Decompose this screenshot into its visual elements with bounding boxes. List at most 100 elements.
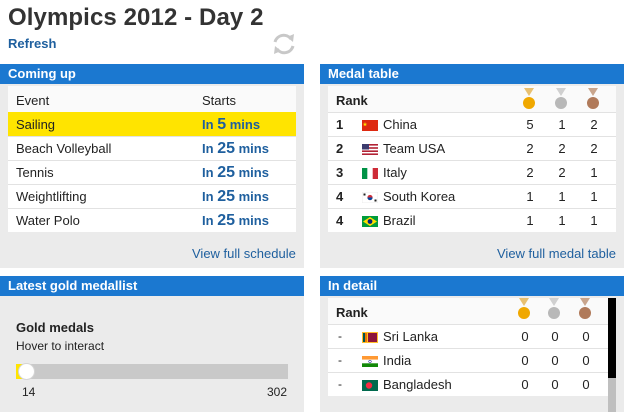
event-name: Tennis bbox=[16, 165, 54, 180]
start-minutes: 25 bbox=[217, 164, 235, 181]
silver-count: 2 bbox=[558, 165, 566, 180]
south-korea-flag-icon bbox=[362, 192, 378, 203]
silver-count: 0 bbox=[551, 377, 559, 392]
start-time: In 25 mins bbox=[202, 140, 269, 158]
start-unit: mins bbox=[238, 189, 269, 204]
rank: 2 bbox=[336, 141, 344, 156]
start-unit: mins bbox=[238, 165, 269, 180]
rank: 4 bbox=[336, 189, 344, 204]
hover-hint: Hover to interact bbox=[16, 339, 105, 353]
gold-count: 2 bbox=[526, 165, 534, 180]
start-prefix: In bbox=[202, 165, 214, 180]
gold-count: 1 bbox=[526, 213, 534, 228]
bangladesh-flag-icon bbox=[362, 380, 378, 391]
medal-table-row[interactable]: 3 Italy 2 2 1 bbox=[328, 160, 616, 184]
rank-column-header: Rank bbox=[336, 305, 368, 320]
start-minutes: 25 bbox=[217, 212, 235, 229]
start-prefix: In bbox=[202, 141, 214, 156]
latest-gold-header: Latest gold medallist bbox=[0, 276, 304, 296]
event-name: Water Polo bbox=[16, 213, 80, 228]
gold-count: 0 bbox=[521, 353, 529, 368]
start-time: In 25 mins bbox=[202, 212, 269, 230]
event-column-header: Event bbox=[16, 93, 50, 108]
medal-table-row[interactable]: 4 Brazil 1 1 1 bbox=[328, 208, 616, 232]
slider-max-label: 302 bbox=[267, 385, 288, 399]
silver-count: 0 bbox=[551, 329, 559, 344]
silver-count: 2 bbox=[558, 141, 566, 156]
starts-column-header: Starts bbox=[202, 93, 236, 108]
rank: - bbox=[338, 353, 342, 367]
start-prefix: In bbox=[202, 213, 214, 228]
slider-min-label: 14 bbox=[22, 385, 36, 399]
country-name: South Korea bbox=[383, 189, 456, 204]
country-name: China bbox=[383, 117, 417, 132]
gold-medals-slider[interactable] bbox=[16, 363, 288, 380]
bronze-count: 1 bbox=[590, 189, 598, 204]
start-prefix: In bbox=[202, 189, 214, 204]
rank-column-header: Rank bbox=[336, 93, 368, 108]
event-name: Beach Volleyball bbox=[16, 141, 112, 156]
gold-medal-icon bbox=[523, 88, 535, 109]
view-full-medal-table-link[interactable]: View full medal table bbox=[497, 246, 616, 261]
gold-count: 0 bbox=[521, 329, 529, 344]
start-unit: mins bbox=[238, 213, 269, 228]
event-row[interactable]: Weightlifting In 25 mins bbox=[8, 184, 296, 208]
silver-count: 1 bbox=[558, 117, 566, 132]
bronze-count: 1 bbox=[590, 213, 598, 228]
usa-flag-icon bbox=[362, 144, 378, 155]
silver-count: 1 bbox=[558, 213, 566, 228]
country-name: Sri Lanka bbox=[383, 329, 438, 344]
country-name: Team USA bbox=[383, 141, 446, 156]
start-time: In 25 mins bbox=[202, 188, 269, 206]
event-row[interactable]: Tennis In 25 mins bbox=[8, 160, 296, 184]
medal-table-row[interactable]: 4 South Korea 1 1 1 bbox=[328, 184, 616, 208]
coming-up-column-headers: Event Starts bbox=[8, 86, 296, 112]
india-flag-icon bbox=[362, 356, 378, 367]
refresh-icon[interactable] bbox=[270, 30, 298, 58]
view-full-schedule-link[interactable]: View full schedule bbox=[192, 246, 296, 261]
medal-table-column-headers: Rank bbox=[328, 86, 616, 112]
bronze-count: 2 bbox=[590, 141, 598, 156]
bronze-count: 2 bbox=[590, 117, 598, 132]
event-row[interactable]: Sailing In 5 mins bbox=[8, 112, 296, 136]
sri-lanka-flag-icon bbox=[362, 332, 378, 343]
medal-table-row[interactable]: 2 Team USA 2 2 2 bbox=[328, 136, 616, 160]
start-minutes: 5 bbox=[217, 116, 227, 133]
bronze-medal-icon bbox=[579, 298, 591, 319]
country-name: Italy bbox=[383, 165, 407, 180]
gold-count: 1 bbox=[526, 189, 534, 204]
event-row[interactable]: Water Polo In 25 mins bbox=[8, 208, 296, 232]
bronze-medal-icon bbox=[587, 88, 599, 109]
in-detail-header: In detail bbox=[320, 276, 624, 296]
start-minutes: 25 bbox=[217, 188, 235, 205]
silver-count: 0 bbox=[551, 353, 559, 368]
medal-table-row[interactable]: 1 China 5 1 2 bbox=[328, 112, 616, 136]
start-unit: mins bbox=[229, 117, 261, 132]
silver-count: 1 bbox=[558, 189, 566, 204]
start-time: In 5 mins bbox=[202, 116, 260, 134]
slider-thumb[interactable] bbox=[18, 363, 35, 380]
scrollbar-thumb[interactable] bbox=[608, 298, 616, 378]
rank: 3 bbox=[336, 165, 344, 180]
rank: 1 bbox=[336, 117, 344, 132]
rank: 4 bbox=[336, 213, 344, 228]
italy-flag-icon bbox=[362, 168, 378, 179]
start-prefix: In bbox=[202, 117, 214, 132]
bronze-count: 0 bbox=[582, 329, 590, 344]
gold-count: 2 bbox=[526, 141, 534, 156]
detail-row[interactable]: - Sri Lanka 0 0 0 bbox=[328, 324, 608, 348]
in-detail-column-headers: Rank bbox=[328, 298, 608, 324]
start-minutes: 25 bbox=[217, 140, 235, 157]
page-title: Olympics 2012 - Day 2 bbox=[8, 4, 264, 31]
rank: - bbox=[338, 377, 342, 391]
bronze-count: 0 bbox=[582, 353, 590, 368]
coming-up-header: Coming up bbox=[0, 64, 304, 84]
event-row[interactable]: Beach Volleyball In 25 mins bbox=[8, 136, 296, 160]
event-name: Weightlifting bbox=[16, 189, 87, 204]
medal-table-header: Medal table bbox=[320, 64, 624, 84]
refresh-link[interactable]: Refresh bbox=[8, 36, 56, 51]
detail-row[interactable]: - Bangladesh 0 0 0 bbox=[328, 372, 608, 396]
in-detail-scrollbar[interactable] bbox=[608, 298, 616, 412]
bronze-count: 0 bbox=[582, 377, 590, 392]
detail-row[interactable]: - India 0 0 0 bbox=[328, 348, 608, 372]
